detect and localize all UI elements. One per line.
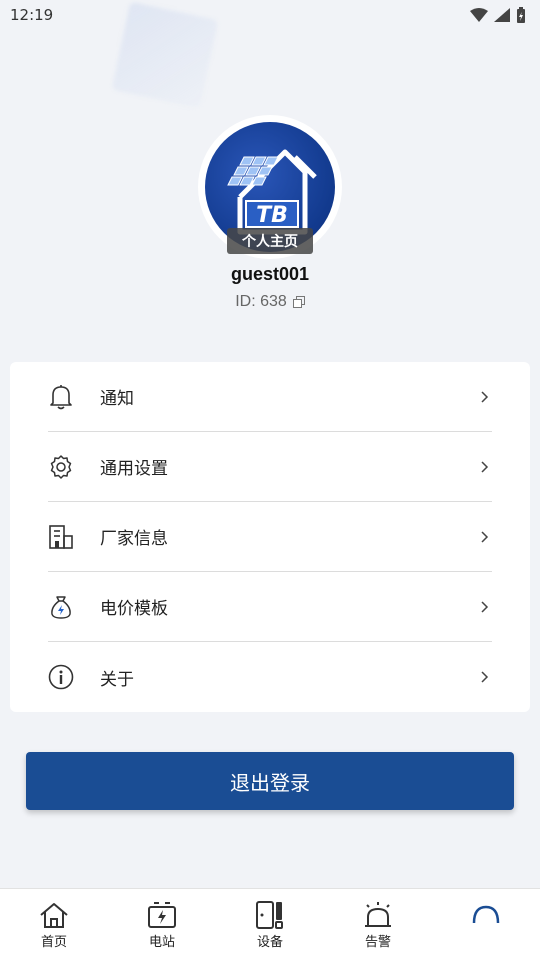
bell-icon [48, 384, 74, 410]
avatar[interactable]: TB 个人主页 [201, 118, 339, 256]
home-icon [40, 903, 68, 928]
nav-label: 告警 [364, 935, 391, 950]
chevron-right-icon [478, 460, 492, 474]
menu-item-manufacturer-info[interactable]: 厂家信息 [48, 502, 492, 572]
logo-text: TB [256, 203, 288, 228]
menu-label: 厂家信息 [100, 529, 168, 549]
nav-item-home[interactable]: 首页 [0, 889, 108, 960]
info-icon [48, 664, 74, 690]
nav-item-device[interactable]: 设备 [216, 889, 324, 960]
status-time: 12:19 [10, 6, 54, 24]
logout-button[interactable]: 退出登录 [26, 752, 514, 810]
nav-item-profile[interactable] [432, 889, 540, 960]
menu-item-about[interactable]: 关于 [48, 642, 492, 712]
status-bar: 12:19 [0, 0, 540, 30]
device-icon [256, 901, 283, 929]
chevron-right-icon [478, 390, 492, 404]
personal-homepage-badge[interactable]: 个人主页 [227, 228, 313, 254]
power-station-icon [148, 902, 176, 928]
profile-section: TB 个人主页 guest001 ID: 638 [0, 118, 540, 311]
battery-icon [517, 7, 525, 23]
nav-label: 首页 [40, 935, 67, 950]
wifi-icon [470, 8, 488, 22]
copy-icon[interactable] [292, 296, 305, 308]
menu-label: 电价模板 [100, 599, 168, 619]
alarm-icon [365, 902, 391, 927]
menu-label: 关于 [100, 669, 134, 690]
building-icon [48, 524, 74, 550]
chevron-right-icon [478, 600, 492, 614]
menu-item-price-template[interactable]: 电价模板 [48, 572, 492, 642]
menu-item-notifications[interactable]: 通知 [48, 362, 492, 432]
menu-item-general-settings[interactable]: 通用设置 [48, 432, 492, 502]
nav-label: 电站 [148, 935, 175, 950]
menu-label: 通知 [100, 389, 134, 409]
user-id-row: ID: 638 [235, 293, 305, 311]
user-id: ID: 638 [235, 293, 287, 310]
username: guest001 [230, 264, 310, 284]
profile-icon [472, 905, 500, 924]
chevron-right-icon [478, 670, 492, 684]
money-bag-icon [48, 594, 74, 620]
nav-item-power-station[interactable]: 电站 [108, 889, 216, 960]
gear-icon [48, 454, 74, 480]
nav-item-alarm[interactable]: 告警 [324, 889, 432, 960]
bottom-navigation: 首页 电站 设备 告警 [0, 888, 540, 960]
chevron-right-icon [478, 530, 492, 544]
nav-label: 设备 [256, 935, 283, 950]
status-icons [470, 7, 526, 23]
signal-icon [494, 8, 510, 22]
settings-menu: 通知 通用设置 厂家信息 电价模板 关于 [10, 362, 530, 712]
menu-label: 通用设置 [100, 459, 168, 479]
